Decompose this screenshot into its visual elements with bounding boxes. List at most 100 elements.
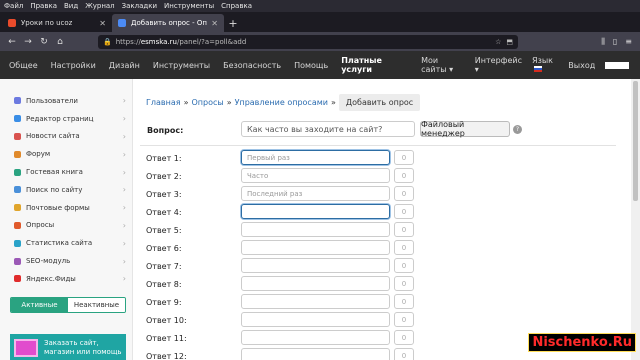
sidebar-item[interactable]: Гостевая книга › [0,163,132,181]
menu-item[interactable]: Правка [30,2,57,10]
answer-vote-count[interactable]: 0 [394,168,414,183]
breadcrumb: Главная » Опросы » Управление опросами »… [146,94,421,111]
menu-item[interactable]: Вид [64,2,78,10]
answer-vote-count[interactable]: 0 [394,294,414,309]
sitenav-item[interactable]: Инструменты [153,61,210,70]
sitenav-right-item[interactable]: Интерфейс ▾ [475,56,522,74]
home-icon[interactable]: ⌂ [52,37,68,47]
menu-item[interactable]: Закладки [122,2,157,10]
sitenav-right-item[interactable]: Выход [568,61,595,70]
answer-input[interactable] [241,222,390,237]
sidebar-item-label: Статистика сайта [26,239,93,248]
sidebar-item[interactable]: Статистика сайта › [0,234,132,252]
segment-active-button[interactable]: Активные [11,298,68,312]
page-scrollbar[interactable] [631,79,640,360]
browser-navbar: ← → ↻ ⌂ 🔒 https:// esmska.ru /panel/?a=p… [0,32,640,51]
avatar[interactable] [605,61,629,69]
answer-vote-count[interactable]: 0 [394,348,414,360]
sidebar-item[interactable]: Пользователи › [0,92,132,110]
reload-icon[interactable]: ↻ [36,37,52,47]
sidebar-item-label: Опросы [26,221,55,230]
library-icon[interactable]: ⫼ [601,37,605,47]
breadcrumb-polls[interactable]: Опросы [191,98,223,107]
watermark-logo: Nischenko.Ru [528,333,636,352]
sitenav-right: Мои сайты ▾ Интерфейс ▾ Язык Выход [421,56,640,74]
sidebar-item[interactable]: Редактор страниц › [0,110,132,128]
answer-input[interactable]: Последний раз [241,186,390,201]
tab-ucoz-lessons[interactable]: Уроки по ucoz ✕ [2,14,112,32]
sitenav-item[interactable]: Общее [9,61,38,70]
tab-label: Добавить опрос - Опросы - П [131,19,207,27]
url-bar[interactable]: 🔒 https:// esmska.ru /panel/?a=poll&add … [98,34,518,49]
answer-input[interactable] [241,294,390,309]
answer-vote-count[interactable]: 0 [394,186,414,201]
sidebar-item[interactable]: Поиск по сайту › [0,181,132,199]
sitenav-item[interactable]: Настройки [51,61,96,70]
answer-vote-count[interactable]: 0 [394,240,414,255]
answer-input[interactable]: Первый раз [241,150,390,165]
sitenav-item[interactable]: Безопасность [223,61,281,70]
scrollbar-thumb[interactable] [633,81,638,201]
answer-row: Ответ 9: 0 [140,294,630,312]
breadcrumb-manage-polls[interactable]: Управление опросами [235,98,328,107]
answer-vote-count[interactable]: 0 [394,258,414,273]
tab-add-poll[interactable]: Добавить опрос - Опросы - П ✕ [112,14,224,32]
sidebar-item[interactable]: SEO-модуль › [0,252,132,270]
answer-label: Ответ 10: [146,316,187,325]
file-manager-button[interactable]: Файловый менеджер [420,120,510,138]
chevron-right-icon: › [122,238,126,248]
answer-input[interactable] [241,276,390,291]
breadcrumb-home[interactable]: Главная [146,98,181,107]
forward-arrow-icon[interactable]: → [20,37,36,47]
chevron-right-icon: › [122,149,126,159]
sidebar-item[interactable]: Новости сайта › [0,128,132,146]
close-icon[interactable]: ✕ [99,19,106,28]
answer-label: Ответ 1: [146,154,182,163]
menu-item[interactable]: Журнал [85,2,114,10]
sidebar-item-icon [14,115,21,123]
breadcrumb-separator: » [183,98,189,107]
ucoz-favicon-icon [8,19,16,27]
sidebar-item[interactable]: Опросы › [0,217,132,235]
menu-item[interactable]: Инструменты [164,2,214,10]
sidebar-item[interactable]: Почтовые формы › [0,199,132,217]
answer-vote-count[interactable]: 0 [394,276,414,291]
sidebar-item-icon [14,257,21,265]
sidebar-item[interactable]: Яндекс.Фиды › [0,270,132,288]
sitenav-right-item[interactable]: Мои сайты ▾ [421,56,465,74]
help-icon[interactable]: ? [513,125,522,134]
answer-input[interactable] [241,312,390,327]
answer-label: Ответ 8: [146,280,182,289]
sitenav-item[interactable]: Помощь [294,61,328,70]
answer-vote-count[interactable]: 0 [394,312,414,327]
answer-input[interactable] [241,330,390,345]
sidebar-toggle-icon[interactable]: ▯ [613,37,617,47]
answer-input[interactable] [241,348,390,360]
hamburger-menu-icon[interactable]: ≡ [625,37,632,47]
answer-input[interactable]: Часто [241,168,390,183]
segment-inactive-button[interactable]: Неактивные [68,298,125,312]
answer-input[interactable] [241,204,390,219]
sitenav-right-item[interactable]: Язык [532,56,558,74]
answer-vote-count[interactable]: 0 [394,150,414,165]
question-input[interactable]: Как часто вы заходите на сайт? [241,121,415,137]
answer-vote-count[interactable]: 0 [394,222,414,237]
new-tab-plus-icon[interactable]: + [224,14,242,32]
answer-input[interactable] [241,240,390,255]
back-arrow-icon[interactable]: ← [4,37,20,47]
bookmark-star-icon[interactable]: ☆ [495,38,501,46]
lock-icon: 🔒 [103,37,112,46]
site-nav: Общее Настройки Дизайн Инструменты Безопасно… [0,51,640,79]
pocket-icon[interactable]: ⬒ [506,38,513,46]
promo-banner[interactable]: Заказать сайт, магазин или помощь [10,334,126,360]
menu-item[interactable]: Справка [221,2,252,10]
menu-item[interactable]: Файл [4,2,23,10]
answer-vote-count[interactable]: 0 [394,330,414,345]
close-icon[interactable]: ✕ [211,19,218,28]
sitenav-item-paid[interactable]: Платные услуги [341,56,408,74]
sidebar-item[interactable]: Форум › [0,145,132,163]
answer-vote-count[interactable]: 0 [394,204,414,219]
answer-input[interactable] [241,258,390,273]
sitenav-item[interactable]: Дизайн [109,61,140,70]
sidebar-item-label: Гостевая книга [26,168,83,177]
